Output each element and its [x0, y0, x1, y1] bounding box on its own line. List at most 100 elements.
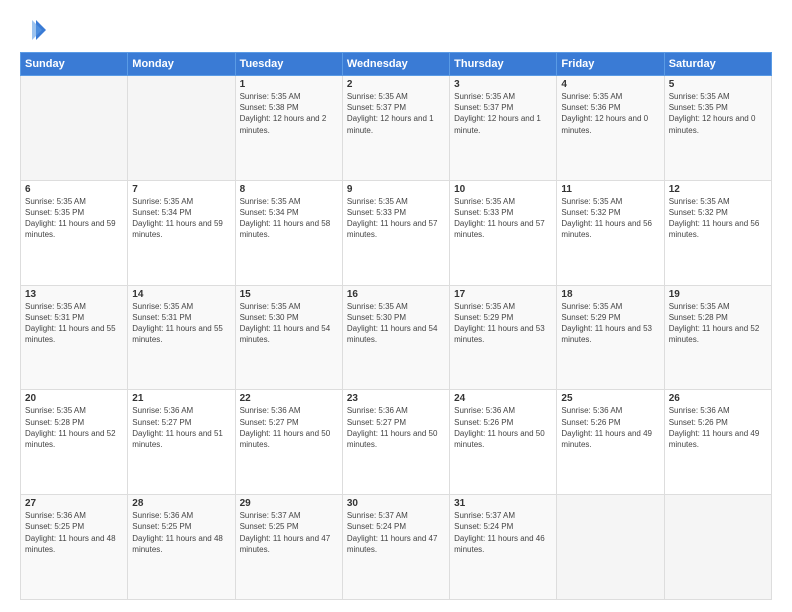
day-number: 4 [561, 79, 659, 90]
header [20, 16, 772, 44]
day-detail: Sunrise: 5:37 AMSunset: 5:24 PMDaylight:… [454, 510, 552, 555]
calendar-cell [128, 76, 235, 181]
day-detail: Sunrise: 5:35 AMSunset: 5:38 PMDaylight:… [240, 91, 338, 136]
day-detail: Sunrise: 5:35 AMSunset: 5:33 PMDaylight:… [347, 196, 445, 241]
day-detail: Sunrise: 5:35 AMSunset: 5:34 PMDaylight:… [132, 196, 230, 241]
weekday-header-row: SundayMondayTuesdayWednesdayThursdayFrid… [21, 53, 772, 76]
day-number: 24 [454, 393, 552, 404]
day-number: 2 [347, 79, 445, 90]
day-detail: Sunrise: 5:35 AMSunset: 5:30 PMDaylight:… [347, 301, 445, 346]
day-detail: Sunrise: 5:35 AMSunset: 5:32 PMDaylight:… [561, 196, 659, 241]
week-row-1: 1 Sunrise: 5:35 AMSunset: 5:38 PMDayligh… [21, 76, 772, 181]
calendar-cell [21, 76, 128, 181]
calendar-cell: 12 Sunrise: 5:35 AMSunset: 5:32 PMDaylig… [664, 180, 771, 285]
calendar-cell: 20 Sunrise: 5:35 AMSunset: 5:28 PMDaylig… [21, 390, 128, 495]
day-number: 30 [347, 498, 445, 509]
calendar-cell: 9 Sunrise: 5:35 AMSunset: 5:33 PMDayligh… [342, 180, 449, 285]
day-detail: Sunrise: 5:36 AMSunset: 5:25 PMDaylight:… [25, 510, 123, 555]
calendar-cell: 13 Sunrise: 5:35 AMSunset: 5:31 PMDaylig… [21, 285, 128, 390]
day-number: 17 [454, 289, 552, 300]
day-number: 29 [240, 498, 338, 509]
day-detail: Sunrise: 5:35 AMSunset: 5:37 PMDaylight:… [454, 91, 552, 136]
day-number: 22 [240, 393, 338, 404]
day-number: 31 [454, 498, 552, 509]
calendar-cell: 24 Sunrise: 5:36 AMSunset: 5:26 PMDaylig… [450, 390, 557, 495]
day-detail: Sunrise: 5:35 AMSunset: 5:34 PMDaylight:… [240, 196, 338, 241]
calendar-cell: 16 Sunrise: 5:35 AMSunset: 5:30 PMDaylig… [342, 285, 449, 390]
week-row-2: 6 Sunrise: 5:35 AMSunset: 5:35 PMDayligh… [21, 180, 772, 285]
calendar-cell: 26 Sunrise: 5:36 AMSunset: 5:26 PMDaylig… [664, 390, 771, 495]
day-detail: Sunrise: 5:36 AMSunset: 5:26 PMDaylight:… [454, 405, 552, 450]
calendar-cell: 17 Sunrise: 5:35 AMSunset: 5:29 PMDaylig… [450, 285, 557, 390]
calendar-cell: 11 Sunrise: 5:35 AMSunset: 5:32 PMDaylig… [557, 180, 664, 285]
day-number: 11 [561, 184, 659, 195]
weekday-header-wednesday: Wednesday [342, 53, 449, 76]
calendar-cell: 22 Sunrise: 5:36 AMSunset: 5:27 PMDaylig… [235, 390, 342, 495]
calendar-cell: 2 Sunrise: 5:35 AMSunset: 5:37 PMDayligh… [342, 76, 449, 181]
day-number: 16 [347, 289, 445, 300]
calendar-cell: 10 Sunrise: 5:35 AMSunset: 5:33 PMDaylig… [450, 180, 557, 285]
logo [20, 16, 52, 44]
week-row-5: 27 Sunrise: 5:36 AMSunset: 5:25 PMDaylig… [21, 495, 772, 600]
calendar-cell: 28 Sunrise: 5:36 AMSunset: 5:25 PMDaylig… [128, 495, 235, 600]
calendar-cell: 5 Sunrise: 5:35 AMSunset: 5:35 PMDayligh… [664, 76, 771, 181]
weekday-header-thursday: Thursday [450, 53, 557, 76]
day-detail: Sunrise: 5:36 AMSunset: 5:27 PMDaylight:… [347, 405, 445, 450]
day-number: 12 [669, 184, 767, 195]
calendar-cell: 15 Sunrise: 5:35 AMSunset: 5:30 PMDaylig… [235, 285, 342, 390]
day-detail: Sunrise: 5:35 AMSunset: 5:29 PMDaylight:… [454, 301, 552, 346]
day-detail: Sunrise: 5:36 AMSunset: 5:27 PMDaylight:… [240, 405, 338, 450]
calendar-cell [664, 495, 771, 600]
calendar-cell: 19 Sunrise: 5:35 AMSunset: 5:28 PMDaylig… [664, 285, 771, 390]
day-detail: Sunrise: 5:35 AMSunset: 5:35 PMDaylight:… [669, 91, 767, 136]
week-row-4: 20 Sunrise: 5:35 AMSunset: 5:28 PMDaylig… [21, 390, 772, 495]
logo-icon [20, 16, 48, 44]
calendar-cell: 31 Sunrise: 5:37 AMSunset: 5:24 PMDaylig… [450, 495, 557, 600]
day-detail: Sunrise: 5:36 AMSunset: 5:26 PMDaylight:… [669, 405, 767, 450]
day-detail: Sunrise: 5:35 AMSunset: 5:31 PMDaylight:… [25, 301, 123, 346]
calendar-cell: 14 Sunrise: 5:35 AMSunset: 5:31 PMDaylig… [128, 285, 235, 390]
day-detail: Sunrise: 5:36 AMSunset: 5:27 PMDaylight:… [132, 405, 230, 450]
calendar-cell: 1 Sunrise: 5:35 AMSunset: 5:38 PMDayligh… [235, 76, 342, 181]
weekday-header-sunday: Sunday [21, 53, 128, 76]
day-detail: Sunrise: 5:35 AMSunset: 5:35 PMDaylight:… [25, 196, 123, 241]
calendar-cell [557, 495, 664, 600]
calendar-cell: 6 Sunrise: 5:35 AMSunset: 5:35 PMDayligh… [21, 180, 128, 285]
day-number: 15 [240, 289, 338, 300]
day-number: 18 [561, 289, 659, 300]
day-detail: Sunrise: 5:35 AMSunset: 5:28 PMDaylight:… [669, 301, 767, 346]
calendar-page: SundayMondayTuesdayWednesdayThursdayFrid… [0, 0, 792, 612]
day-number: 13 [25, 289, 123, 300]
day-detail: Sunrise: 5:35 AMSunset: 5:32 PMDaylight:… [669, 196, 767, 241]
day-number: 5 [669, 79, 767, 90]
week-row-3: 13 Sunrise: 5:35 AMSunset: 5:31 PMDaylig… [21, 285, 772, 390]
day-number: 20 [25, 393, 123, 404]
weekday-header-monday: Monday [128, 53, 235, 76]
day-number: 23 [347, 393, 445, 404]
day-number: 6 [25, 184, 123, 195]
day-number: 25 [561, 393, 659, 404]
day-detail: Sunrise: 5:35 AMSunset: 5:31 PMDaylight:… [132, 301, 230, 346]
day-detail: Sunrise: 5:35 AMSunset: 5:29 PMDaylight:… [561, 301, 659, 346]
calendar-table: SundayMondayTuesdayWednesdayThursdayFrid… [20, 52, 772, 600]
day-detail: Sunrise: 5:35 AMSunset: 5:28 PMDaylight:… [25, 405, 123, 450]
calendar-cell: 25 Sunrise: 5:36 AMSunset: 5:26 PMDaylig… [557, 390, 664, 495]
day-number: 19 [669, 289, 767, 300]
day-detail: Sunrise: 5:37 AMSunset: 5:24 PMDaylight:… [347, 510, 445, 555]
calendar-cell: 21 Sunrise: 5:36 AMSunset: 5:27 PMDaylig… [128, 390, 235, 495]
calendar-cell: 7 Sunrise: 5:35 AMSunset: 5:34 PMDayligh… [128, 180, 235, 285]
day-detail: Sunrise: 5:37 AMSunset: 5:25 PMDaylight:… [240, 510, 338, 555]
weekday-header-saturday: Saturday [664, 53, 771, 76]
calendar-cell: 30 Sunrise: 5:37 AMSunset: 5:24 PMDaylig… [342, 495, 449, 600]
day-number: 9 [347, 184, 445, 195]
day-number: 27 [25, 498, 123, 509]
day-detail: Sunrise: 5:35 AMSunset: 5:30 PMDaylight:… [240, 301, 338, 346]
day-detail: Sunrise: 5:35 AMSunset: 5:37 PMDaylight:… [347, 91, 445, 136]
calendar-cell: 8 Sunrise: 5:35 AMSunset: 5:34 PMDayligh… [235, 180, 342, 285]
day-number: 10 [454, 184, 552, 195]
day-detail: Sunrise: 5:36 AMSunset: 5:26 PMDaylight:… [561, 405, 659, 450]
day-number: 3 [454, 79, 552, 90]
calendar-cell: 18 Sunrise: 5:35 AMSunset: 5:29 PMDaylig… [557, 285, 664, 390]
weekday-header-tuesday: Tuesday [235, 53, 342, 76]
day-number: 1 [240, 79, 338, 90]
